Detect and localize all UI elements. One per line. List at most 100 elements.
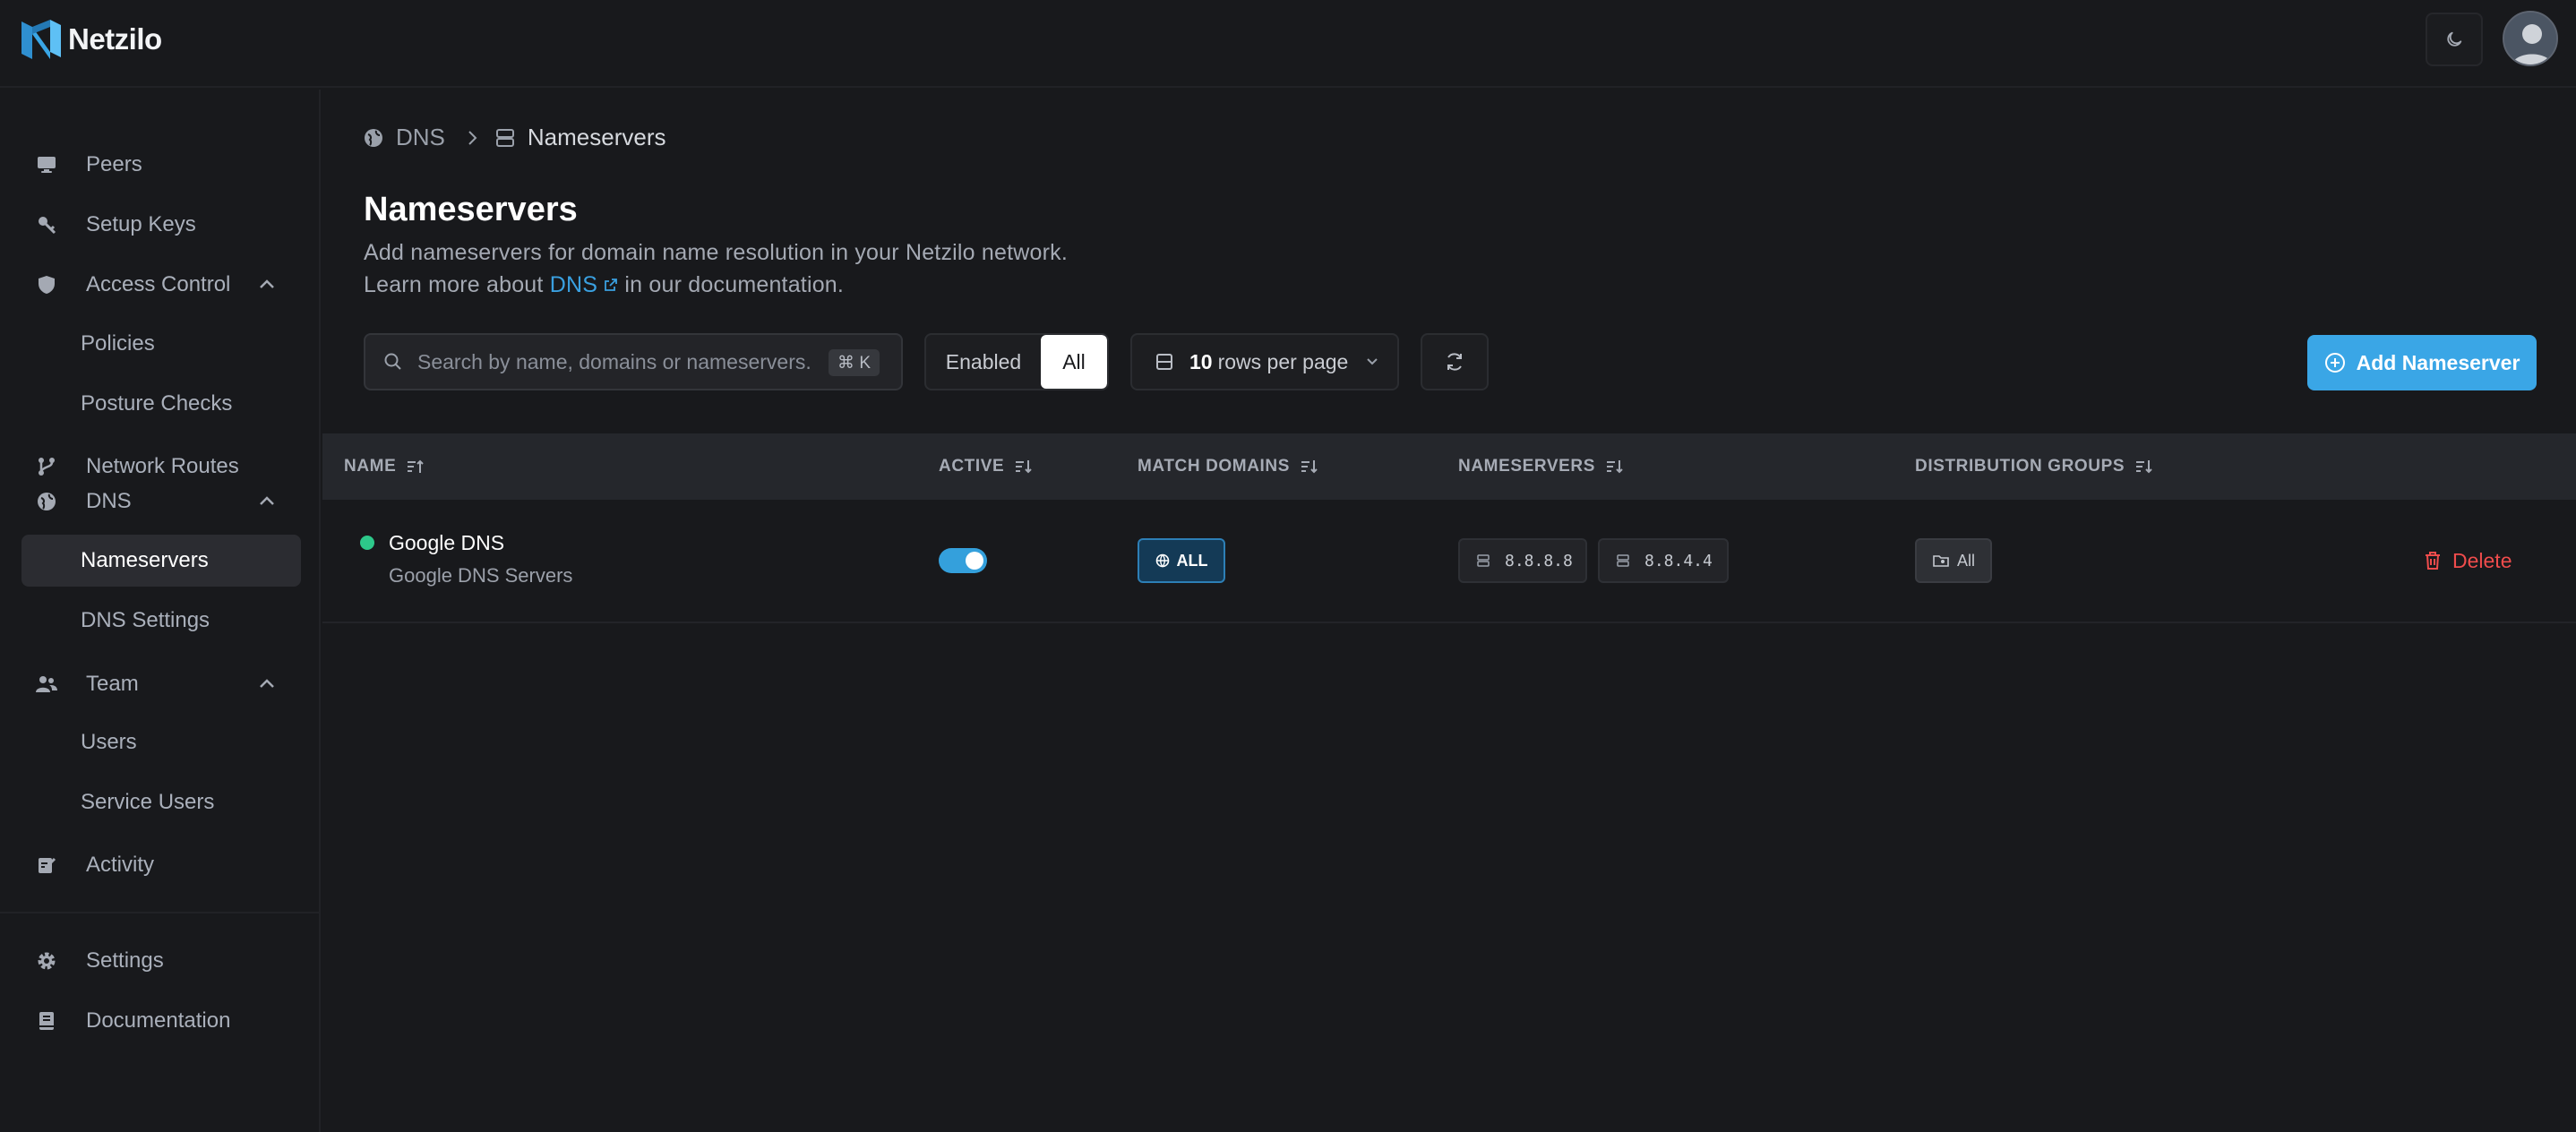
table-header: NAME ACTIVE MATCH DOMAINS NAMESERVERS DI… [322,433,2576,500]
sort-desc-icon [1301,460,1318,474]
server-icon [1477,554,1490,567]
app-name: Netzilo [68,22,162,56]
nameserver-ip-badge[interactable]: 8.8.8.8 [1458,538,1587,583]
breadcrumb-current: Nameservers [527,124,666,150]
key-icon [36,214,57,236]
shield-icon [36,274,57,296]
folder-users-icon [1933,555,1949,567]
learn-more-text: Learn more about DNS in our documentatio… [364,272,844,298]
sidebar-item-label: Activity [86,853,155,877]
filter-enabled-button[interactable]: Enabled [926,335,1041,389]
theme-toggle-button[interactable] [2426,13,2483,66]
sort-desc-icon [1607,460,1623,474]
match-domains-badge[interactable]: ALL [1138,538,1225,583]
sort-desc-icon [1016,460,1032,474]
table-icon [1156,354,1172,370]
monitor-icon [36,154,57,176]
active-toggle[interactable] [939,548,987,573]
globe-icon [36,491,57,512]
sidebar-item-setup-keys[interactable]: Setup Keys [21,199,299,251]
rows-per-page-value: 10 [1189,349,1213,373]
app-logo[interactable]: Netzilo [20,18,162,61]
sidebar-item-label: Setup Keys [86,212,196,236]
sidebar-item-users[interactable]: Users [21,716,301,768]
nameserver-description: Google DNS Servers [389,564,573,587]
learn-more-prefix: Learn more about [364,272,544,297]
search-icon [384,353,401,370]
sidebar-item-posture-checks[interactable]: Posture Checks [21,378,301,430]
breadcrumb-dns-link[interactable]: DNS [396,124,445,151]
status-filter[interactable]: Enabled All [924,333,1109,390]
column-header-match-domains[interactable]: MATCH DOMAINS [1138,433,1318,500]
globe-icon [1155,553,1169,568]
sidebar-item-access-control[interactable]: Access Control [21,259,299,311]
chevron-down-icon [1367,358,1378,365]
add-nameserver-button[interactable]: Add Nameserver [2307,335,2537,390]
gear-icon [36,950,57,972]
user-avatar-icon [2504,13,2556,64]
server-icon [1617,554,1629,567]
sidebar-item-team[interactable]: Team [21,658,299,710]
chevron-up-icon [260,496,274,505]
sidebar: Peers Setup Keys Access Control Policies… [0,90,321,1132]
search-box[interactable]: ⌘ K [364,333,903,390]
sidebar-item-activity[interactable]: Activity [21,839,299,891]
user-avatar[interactable] [2503,11,2558,66]
trash-icon [2426,552,2440,570]
table-row[interactable] [322,500,2576,623]
rows-per-page-label: rows per page [1217,349,1349,373]
plus-circle-icon [2324,353,2345,373]
sidebar-item-nameservers[interactable]: Nameservers [21,535,301,587]
column-header-name[interactable]: NAME [344,433,425,500]
refresh-icon [1447,353,1462,371]
page-description: Add nameservers for domain name resoluti… [364,240,1068,265]
column-header-active[interactable]: ACTIVE [939,433,1033,500]
moon-icon [2447,31,2462,47]
sidebar-item-label: Settings [86,948,164,973]
sidebar-item-settings[interactable]: Settings [21,935,299,987]
column-header-nameservers[interactable]: NAMESERVERS [1458,433,1624,500]
sidebar-item-peers[interactable]: Peers [21,139,299,191]
sidebar-item-label: Team [86,672,139,696]
filter-all-button[interactable]: All [1041,335,1107,389]
top-bar: Netzilo [0,0,2576,88]
server-icon [495,128,514,147]
globe-icon [365,128,382,147]
external-link-icon [605,279,618,291]
nameserver-ip-badge[interactable]: 8.8.4.4 [1598,538,1729,583]
sidebar-item-label: DNS [86,489,132,513]
sort-desc-icon [2136,460,2152,474]
learn-more-suffix: in our documentation. [624,272,845,297]
users-icon [36,673,57,695]
book-icon [36,1010,57,1032]
chevron-up-icon [260,279,274,288]
distribution-group-badge[interactable]: All [1915,538,1992,583]
route-icon [36,456,57,477]
search-input[interactable] [417,349,811,374]
dns-docs-link[interactable]: DNS [550,272,625,297]
chevron-right-icon [468,130,477,145]
sidebar-item-dns-row[interactable]: DNS [21,476,299,527]
sidebar-item-label: Peers [86,152,142,176]
status-dot [360,536,374,550]
column-header-distribution-groups[interactable]: DISTRIBUTION GROUPS [1915,433,2153,500]
sidebar-item-documentation[interactable]: Documentation [21,995,299,1047]
sidebar-item-policies[interactable]: Policies [21,318,301,370]
sidebar-item-label: Documentation [86,1008,231,1033]
rows-per-page-select[interactable]: 10 rows per page [1130,333,1399,390]
netzilo-logo-icon [21,20,61,59]
sidebar-item-label: Access Control [86,272,231,296]
sidebar-item-service-users[interactable]: Service Users [21,776,301,828]
chevron-up-icon [260,679,274,688]
toggle-knob [966,552,983,570]
nameserver-name: Google DNS [389,531,505,554]
refresh-button[interactable] [1421,333,1489,390]
sidebar-item-dns-settings[interactable]: DNS Settings [21,595,301,647]
breadcrumb: DNS Nameservers [364,124,666,151]
page-title: Nameservers [364,191,578,228]
add-nameserver-label: Add Nameserver [2356,350,2520,374]
sort-asc-icon [408,459,425,473]
delete-button[interactable]: Delete [2424,541,2512,580]
sidebar-divider [0,912,321,913]
search-shortcut-badge: ⌘ K [829,349,880,376]
